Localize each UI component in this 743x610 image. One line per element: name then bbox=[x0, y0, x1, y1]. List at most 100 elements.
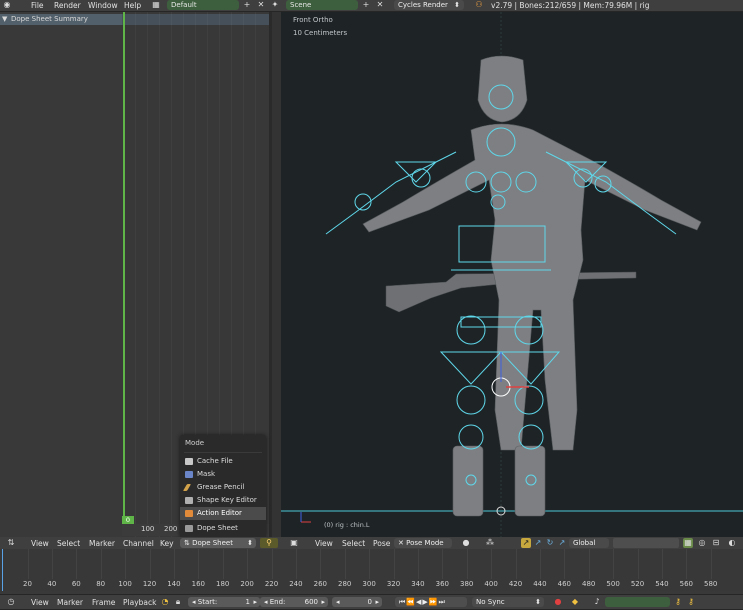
grid-line bbox=[159, 12, 160, 537]
menu-window[interactable]: Window bbox=[88, 0, 118, 11]
timeline-tick-label: 20 bbox=[23, 580, 32, 588]
scene-field[interactable]: Scene bbox=[286, 0, 358, 10]
timeline-grid-line bbox=[295, 549, 297, 579]
sync-mode-dropdown[interactable]: No Sync ⬍ bbox=[472, 597, 544, 607]
dopesheet-menu-channel[interactable]: Channel bbox=[123, 538, 154, 549]
dopesheet-playhead[interactable] bbox=[123, 12, 125, 525]
timeline-grid-line bbox=[588, 549, 590, 579]
menu-item-grease-pencil[interactable]: Grease Pencil bbox=[180, 481, 266, 494]
jump-end-icon[interactable]: ⏭ bbox=[439, 598, 446, 606]
keying-set-icon[interactable]: ◆ bbox=[570, 597, 580, 607]
dopesheet-summary-row[interactable]: ▼ Dope Sheet Summary bbox=[0, 14, 122, 25]
scene-icon[interactable]: ✦ bbox=[270, 0, 280, 10]
interaction-mode-dropdown[interactable]: ✕ Pose Mode bbox=[394, 538, 452, 548]
dopesheet-channel-region: ▼ Dope Sheet Summary bbox=[0, 12, 122, 537]
dopesheet-menu-key[interactable]: Key bbox=[160, 538, 174, 549]
record-icon[interactable]: ● bbox=[553, 597, 563, 607]
summary-toggle-icon[interactable]: ⚲ bbox=[260, 538, 278, 548]
editor-type-info-icon[interactable]: ◉ bbox=[2, 0, 12, 10]
timeline-grid-line bbox=[51, 549, 53, 579]
blender-logo-icon: ⚇ bbox=[475, 0, 483, 9]
keying-set-field[interactable] bbox=[605, 597, 670, 607]
mode-menu-title: Mode bbox=[185, 439, 205, 447]
snap-icon[interactable]: ⊟ bbox=[711, 538, 721, 548]
translate-manipulator-icon[interactable]: ↗ bbox=[533, 538, 543, 548]
current-frame-field[interactable]: ◂ 0 ▸ bbox=[332, 597, 382, 607]
timeline-menu-view[interactable]: View bbox=[31, 597, 49, 608]
menu-file[interactable]: File bbox=[31, 0, 44, 11]
render-engine-dropdown[interactable]: Cycles Render ⬍ bbox=[394, 0, 464, 10]
viewport-shading-icon[interactable]: ● bbox=[461, 538, 471, 548]
menu-item-label: Grease Pencil bbox=[197, 483, 245, 491]
overlay-icon[interactable]: ◐ bbox=[727, 538, 737, 548]
grid-line bbox=[171, 12, 172, 537]
editor-type-timeline-icon[interactable]: ◷ bbox=[6, 597, 16, 607]
chevron-updown-icon: ⬍ bbox=[247, 539, 253, 547]
dopesheet-menu-marker[interactable]: Marker bbox=[89, 538, 115, 549]
screen-layout-value: Default bbox=[171, 1, 197, 9]
menu-item-action-editor[interactable]: Action Editor bbox=[180, 507, 266, 520]
insert-key-button-icon[interactable]: ⚷ bbox=[673, 597, 683, 607]
timeline-menu-playback[interactable]: Playback bbox=[123, 597, 156, 608]
next-keyframe-icon[interactable]: ⏩ bbox=[429, 598, 439, 606]
lock-camera-icon[interactable]: ▦ bbox=[683, 538, 693, 548]
insert-keyframe-icon[interactable]: ♪ bbox=[592, 597, 602, 607]
menu-item-dope-sheet[interactable]: Dope Sheet bbox=[180, 522, 266, 535]
timeline-tick-label: 40 bbox=[47, 580, 57, 588]
timeline-tick-label: 260 bbox=[313, 580, 327, 588]
timeline-tick-label: 340 bbox=[411, 580, 425, 588]
axis-widget-icon bbox=[300, 512, 311, 523]
remove-scene-icon[interactable]: ✕ bbox=[375, 0, 385, 10]
add-scene-icon[interactable]: + bbox=[361, 0, 371, 10]
dopesheet-mode-dropdown[interactable]: ⇅ Dope Sheet ⬍ bbox=[180, 538, 256, 548]
menu-render[interactable]: Render bbox=[54, 0, 81, 11]
menu-item-cache-file[interactable]: Cache File bbox=[180, 455, 266, 468]
viewport-3d[interactable]: Front Ortho 10 Centimeters (0) rig : chi… bbox=[281, 12, 743, 537]
viewport-menu-view[interactable]: View bbox=[315, 538, 333, 549]
lock-icon[interactable]: 🔒︎ bbox=[173, 597, 183, 607]
timeline-grid-line bbox=[515, 549, 517, 579]
timeline-tick-label: 560 bbox=[679, 580, 693, 588]
timeline-menu-marker[interactable]: Marker bbox=[57, 597, 83, 608]
start-frame-field[interactable]: ◂ Start: 1 ▸ bbox=[188, 597, 260, 607]
screen-layout-field[interactable]: Default bbox=[167, 0, 239, 10]
timeline-grid-line bbox=[491, 549, 493, 579]
timeline-menu-frame[interactable]: Frame bbox=[92, 597, 115, 608]
pivot-point-icon[interactable]: ⁂ bbox=[485, 538, 495, 548]
menu-item-shape-key-editor[interactable]: Shape Key Editor bbox=[180, 494, 266, 507]
rotate-manipulator-icon[interactable]: ↻ bbox=[545, 538, 555, 548]
end-frame-field[interactable]: ◂ End: 600 ▸ bbox=[260, 597, 328, 607]
remove-screen-icon[interactable]: ✕ bbox=[256, 0, 266, 10]
proportional-edit-icon[interactable]: ◎ bbox=[697, 538, 707, 548]
transform-orientation-dropdown[interactable]: Global bbox=[569, 538, 609, 548]
viewport-menu-pose[interactable]: Pose bbox=[373, 538, 390, 549]
menu-item-label: Action Editor bbox=[197, 509, 242, 517]
timeline-tick-label: 360 bbox=[435, 580, 449, 588]
dopesheet-menu-select[interactable]: Select bbox=[57, 538, 80, 549]
add-screen-icon[interactable]: + bbox=[242, 0, 252, 10]
manipulator-toggle-icon[interactable]: ↗ bbox=[521, 538, 531, 548]
editor-type-3dview-icon[interactable]: ▣ bbox=[289, 538, 299, 548]
delete-key-button-icon[interactable]: ⚷ bbox=[686, 597, 696, 607]
timeline-grid-line bbox=[613, 549, 615, 579]
expand-triangle-icon[interactable]: ▼ bbox=[2, 14, 7, 25]
chevron-updown-icon: ⬍ bbox=[535, 598, 541, 606]
menu-item-mask[interactable]: Mask bbox=[180, 468, 266, 481]
ruler-label: 200 bbox=[164, 525, 178, 533]
menu-item-label: Mask bbox=[197, 470, 216, 478]
timeline-grid-line bbox=[661, 549, 663, 579]
viewport-menu-select[interactable]: Select bbox=[342, 538, 365, 549]
timeline-grid-line bbox=[686, 549, 688, 579]
dopesheet-menu-view[interactable]: View bbox=[31, 538, 49, 549]
playback-controls[interactable]: ⏮⏪◀▶⏩⏭ bbox=[395, 597, 467, 607]
prev-keyframe-icon[interactable]: ⏪ bbox=[406, 598, 416, 606]
preview-range-icon[interactable]: ◔ bbox=[160, 597, 170, 607]
end-value: 600 bbox=[304, 598, 318, 606]
timeline-tick-label: 100 bbox=[118, 580, 132, 588]
screen-layout-icon[interactable]: ▦ bbox=[151, 0, 161, 10]
scale-manipulator-icon[interactable]: ↗ bbox=[557, 538, 567, 548]
layer-buttons[interactable] bbox=[613, 538, 679, 548]
timeline-playhead[interactable] bbox=[2, 549, 3, 591]
editor-type-dopesheet-icon[interactable]: ⇅ bbox=[6, 538, 16, 548]
menu-help[interactable]: Help bbox=[124, 0, 141, 11]
